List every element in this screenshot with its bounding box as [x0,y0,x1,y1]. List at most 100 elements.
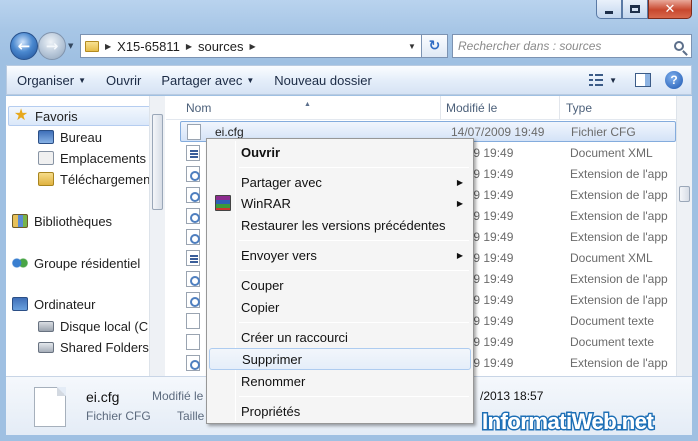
preview-pane-icon[interactable] [635,73,651,87]
menu-delete[interactable]: Supprimer [209,348,471,370]
nav-label: Téléchargements [60,171,154,187]
search-box[interactable]: Rechercher dans : sources [452,34,692,58]
watermark-logo: InformatiWeb.net InformatiWeb.net [478,404,694,438]
nav-downloads[interactable]: Téléchargements [38,169,154,189]
menu-winrar[interactable]: WinRAR ▶ [209,192,471,214]
downloads-icon [38,172,54,186]
homegroup-icon [12,256,28,270]
nav-local-disk[interactable]: Disque local (C:) [38,316,154,336]
menu-label: Couper [241,277,284,293]
command-bar: Organiser ▼ Ouvrir Partager avec ▼ Nouve… [6,65,692,95]
organize-button[interactable]: Organiser ▼ [7,66,96,94]
views-dropdown-icon[interactable]: ▼ [609,76,617,85]
nav-shared-folders[interactable]: Shared Folders (\ [38,337,154,357]
column-type[interactable]: Type [566,101,592,115]
scroll-thumb[interactable] [152,114,163,210]
minimize-icon [605,10,613,14]
nav-label: Ordinateur [34,296,96,312]
close-button[interactable]: ✕ [648,0,692,19]
text-file-icon [186,333,200,350]
details-modified-value: /2013 18:57 [480,389,544,403]
menu-restore-previous[interactable]: Restaurer les versions précédentes [209,214,471,236]
share-button[interactable]: Partager avec ▼ [151,66,264,94]
recent-pages-dropdown[interactable]: ▼ [68,42,73,50]
open-button[interactable]: Ouvrir [96,66,151,94]
menu-create-shortcut[interactable]: Créer un raccourci [209,326,471,348]
nav-favorites[interactable]: ★ Favoris [8,106,158,126]
dll-file-icon [186,186,200,203]
forward-button[interactable]: → [38,32,66,60]
nav-label: Groupe résidentiel [34,255,141,271]
explorer-window: ✕ ← → ▼ ▶ X15-65811 ▶ sources ▶ ▼ ↻ Rech… [0,0,698,441]
back-button[interactable]: ← [10,32,38,60]
sort-ascending-icon: ▲ [304,101,311,108]
help-icon[interactable]: ? [665,71,683,89]
nav-libraries[interactable]: Bibliothèques [12,211,157,231]
arrow-right-icon: → [45,37,59,55]
dll-file-icon [186,165,200,182]
nav-label: Shared Folders (\ [60,339,154,355]
views-icon[interactable] [589,74,604,86]
nav-label: Disque local (C:) [60,318,154,334]
column-name[interactable]: Nom [186,101,211,115]
star-icon: ★ [13,107,29,124]
winrar-icon [215,195,231,211]
file-icon [187,123,201,140]
menu-properties[interactable]: Propriétés [209,400,471,422]
menu-copy[interactable]: Copier [209,296,471,318]
dll-file-icon [186,291,200,308]
menu-send-to[interactable]: Envoyer vers ▶ [209,244,471,266]
nav-label: Favoris [35,108,78,124]
menu-share-with[interactable]: Partager avec ▶ [209,171,471,193]
computer-icon [12,297,28,311]
navigation-pane: ★ Favoris Bureau Emplacements ré Télécha… [6,96,165,376]
chevron-right-icon[interactable]: ▶ [186,42,192,51]
maximize-button[interactable] [622,0,648,19]
share-label: Partager avec [161,72,243,88]
nav-computer[interactable]: Ordinateur [12,294,157,314]
breadcrumb-sources[interactable]: sources [198,39,244,54]
file-list-scrollbar[interactable] [676,96,692,376]
folder-icon [85,40,99,52]
chevron-right-icon[interactable]: ▶ [105,42,111,51]
watermark-logo-image: InformatiWeb.net InformatiWeb.net [481,408,657,436]
menu-cut[interactable]: Couper [209,274,471,296]
menu-rename[interactable]: Renommer [209,370,471,392]
desktop-icon [38,130,54,144]
breadcrumb-x15[interactable]: X15-65811 [117,39,180,54]
column-modified[interactable]: Modifié le [446,101,497,115]
maximize-icon [630,5,640,13]
hard-disk-icon [38,320,54,332]
dll-file-icon [186,207,200,224]
network-drive-icon [38,341,54,353]
toolbar-right: ▼ ? [589,71,691,89]
search-input[interactable]: Rechercher dans : sources [458,39,601,53]
dll-file-icon [186,270,200,287]
nav-scrollbar[interactable] [149,96,165,376]
file-preview-icon [34,387,66,427]
address-bar[interactable]: ▶ X15-65811 ▶ sources ▶ ▼ [80,34,422,58]
address-dropdown-icon[interactable]: ▼ [403,35,421,57]
nav-desktop[interactable]: Bureau [38,127,154,147]
minimize-button[interactable] [596,0,622,19]
open-label: Ouvrir [106,72,142,88]
nav-recent-places[interactable]: Emplacements ré [38,148,154,168]
refresh-button[interactable]: ↻ [422,34,448,58]
details-size-label: Taille [177,409,205,423]
submenu-arrow-icon: ▶ [456,198,463,208]
new-folder-label: Nouveau dossier [274,72,372,88]
svg-text:InformatiWeb.net: InformatiWeb.net [482,409,654,434]
dll-file-icon [186,354,200,371]
menu-label: Renommer [241,373,306,389]
menu-label: Supprimer [242,351,302,367]
organize-label: Organiser [17,72,75,88]
column-headers: ▲ Nom Modifié le Type [166,96,676,120]
chevron-right-icon[interactable]: ▶ [250,42,256,51]
new-folder-button[interactable]: Nouveau dossier [264,66,382,94]
nav-homegroup[interactable]: Groupe résidentiel [12,253,157,273]
refresh-icon: ↻ [428,38,441,54]
dropdown-arrow-icon: ▼ [78,75,86,85]
search-icon[interactable] [667,35,691,57]
menu-open[interactable]: Ouvrir [209,141,471,163]
scroll-thumb[interactable] [679,186,690,202]
